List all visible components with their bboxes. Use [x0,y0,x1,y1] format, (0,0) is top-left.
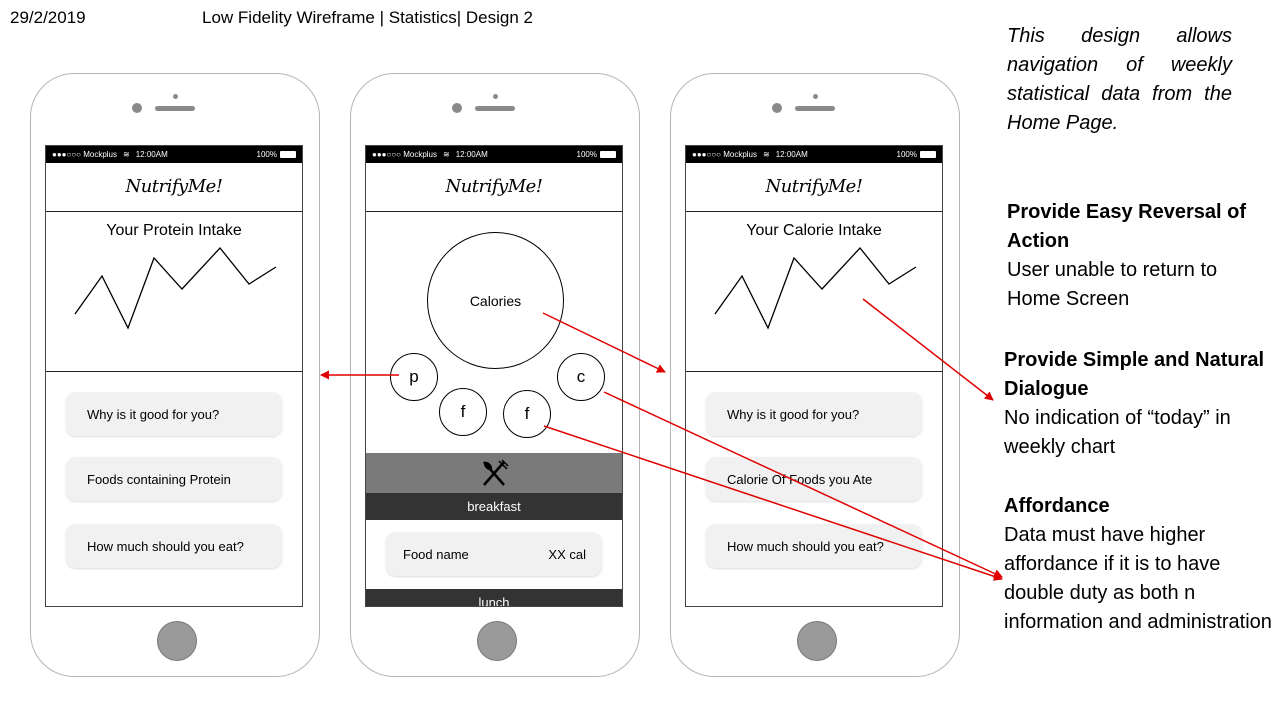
note-reversal: Provide Easy Reversal of Action User una… [1007,198,1272,314]
battery-icon [600,151,616,159]
page-title: Low Fidelity Wireframe | Statistics| Des… [202,8,533,27]
screen: ●●●○○○ Mockplus ≋ 12:00AM 100% NutrifyMe! … [685,145,943,607]
note-affordance: Affordance Data must have higher afforda… [1004,492,1274,637]
note-dialogue-title: Provide Simple and Natural Dialogue [1004,349,1265,400]
home-button[interactable] [157,621,197,661]
phone-home: ●●●○○○ Mockplus ≋ 12:00AM 100% NutrifyMe! … [350,73,640,677]
note-dialogue-text: No indication of “today” in weekly chart [1004,407,1231,458]
status-bar: ●●●○○○ Mockplus ≋ 12:00AM 100% [366,146,622,163]
app-logo: NutrifyMe! [366,163,622,212]
home-button[interactable] [797,621,837,661]
wifi-icon: ≋ [443,150,450,159]
food-name: Food name [403,546,469,562]
phone-protein: ●●●○○○ Mockplus ≋ 12:00AM 100% NutrifyMe! … [30,73,320,677]
time-label: 12:00AM [775,150,808,159]
date-label: 29/2/2019 [10,8,86,27]
note-affordance-text: Data must have higher affordance if it i… [1004,524,1272,633]
meal-header [366,453,622,493]
meal-lunch-bar[interactable]: lunch [366,589,622,606]
wifi-icon: ≋ [123,150,130,159]
screen: ●●●○○○ Mockplus ≋ 12:00AM 100% NutrifyMe! … [365,145,623,607]
fork-knife-icon [483,459,509,486]
home-button[interactable] [477,621,517,661]
carrier-label: ●●●○○○ Mockplus [372,150,438,159]
app-logo: NutrifyMe! [686,163,942,212]
note-dialogue: Provide Simple and Natural Dialogue No i… [1004,346,1269,462]
carbs-circle[interactable]: c [557,353,605,401]
fat-circle[interactable]: f [439,388,487,436]
note-affordance-title: Affordance [1004,495,1110,517]
battery-label: 100% [256,150,277,159]
battery-icon [920,151,936,159]
app-logo: NutrifyMe! [46,163,302,212]
carrier-label: ●●●○○○ Mockplus [52,150,118,159]
weekly-line-chart[interactable] [686,236,943,366]
card-why-good[interactable]: Why is it good for you? [706,392,922,436]
card-calorie-of-foods[interactable]: Calorie Of Foods you Ate [706,457,922,501]
sensor-dot [813,94,818,99]
status-bar: ●●●○○○ Mockplus ≋ 12:00AM 100% [686,146,942,163]
divider [46,371,302,372]
speaker-slot [795,106,835,111]
sensor-dot [493,94,498,99]
time-label: 12:00AM [135,150,168,159]
phone-calorie: ●●●○○○ Mockplus ≋ 12:00AM 100% NutrifyMe! … [670,73,960,677]
camera-dot [132,103,142,113]
battery-label: 100% [576,150,597,159]
speaker-slot [155,106,195,111]
calories-circle[interactable]: Calories [427,232,564,369]
wifi-icon: ≋ [763,150,770,159]
weekly-line-chart[interactable] [46,236,303,366]
meal-breakfast-bar[interactable]: breakfast [366,493,622,520]
note-reversal-title: Provide Easy Reversal of Action [1007,201,1247,252]
food-item[interactable]: Food name XX cal [386,532,602,576]
camera-dot [772,103,782,113]
food-calories: XX cal [548,546,586,562]
speaker-slot [475,106,515,111]
sensor-dot [173,94,178,99]
card-why-good[interactable]: Why is it good for you? [66,392,282,436]
carrier-label: ●●●○○○ Mockplus [692,150,758,159]
note-reversal-text: User unable to return to Home Screen [1007,259,1218,310]
card-foods-containing[interactable]: Foods containing Protein [66,457,282,501]
time-label: 12:00AM [455,150,488,159]
intro-note: This design allows navigation of weekly … [1007,25,1232,134]
card-how-much[interactable]: How much should you eat? [706,524,922,568]
battery-label: 100% [896,150,917,159]
card-how-much[interactable]: How much should you eat? [66,524,282,568]
status-bar: ●●●○○○ Mockplus ≋ 12:00AM 100% [46,146,302,163]
camera-dot [452,103,462,113]
protein-circle[interactable]: p [390,353,438,401]
fiber-circle[interactable]: f [503,390,551,438]
screen: ●●●○○○ Mockplus ≋ 12:00AM 100% NutrifyMe! … [45,145,303,607]
divider [686,371,942,372]
battery-icon [280,151,296,159]
